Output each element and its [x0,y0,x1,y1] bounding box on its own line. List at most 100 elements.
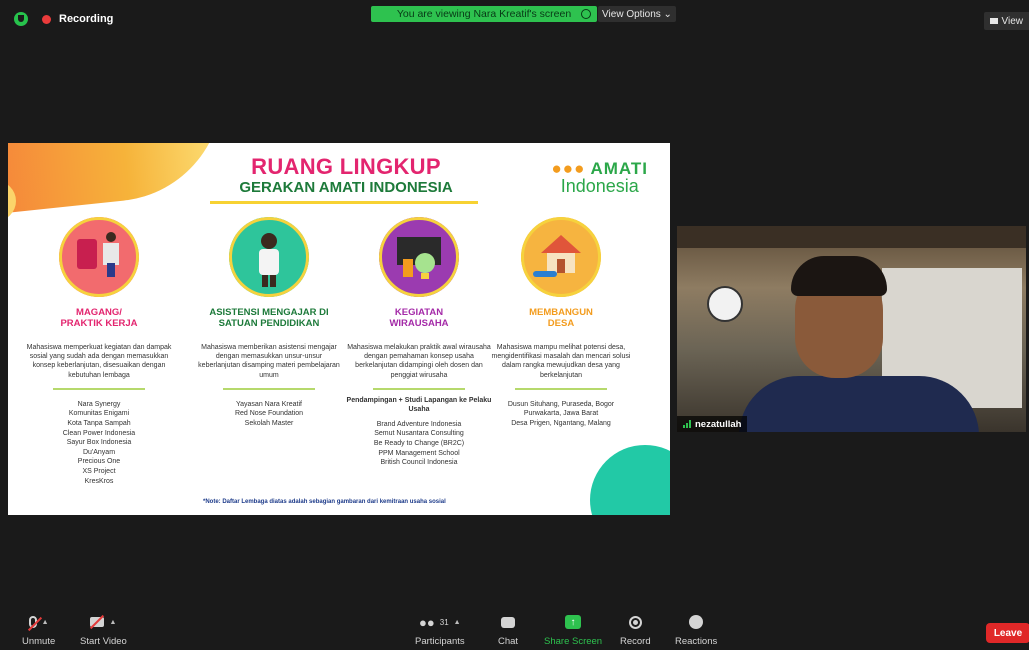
village-illustration-icon [521,217,601,297]
logo-bottom-text: Indonesia [560,176,639,196]
column-heading: MAGANG/ PRAKTIK KERJA [60,307,138,329]
security-shield-icon[interactable] [14,12,28,26]
start-video-label: Start Video [80,636,127,647]
column-description: Mahasiswa memberikan asistensi mengajar … [198,344,340,379]
list-item: Du'Anyam [82,448,116,456]
column-wirausaha: KEGIATAN WIRAUSAHA Mahasiswa melakukan p… [344,217,494,468]
column-asistensi: ASISTENSI MENGAJAR DI SATUAN PENDIDIKAN … [194,217,344,429]
decorative-blob-top-left [8,143,234,217]
view-options-button[interactable]: View Options ⌄ [598,6,676,22]
magang-illustration-icon [59,217,139,297]
chat-label: Chat [498,636,519,647]
circle-ring [379,217,459,297]
video-options-caret-icon[interactable]: ▲ [109,619,116,626]
chat-button[interactable]: Chat [498,612,518,647]
column-separator [53,387,145,390]
list-item: Kota Tanpa Sampah [67,420,131,427]
list-item: Komunitas Enigami [68,410,130,418]
column-magang: MAGANG/ PRAKTIK KERJA Mahasiswa memperku… [24,217,174,486]
participant-name: nezatullah [695,418,742,430]
participants-caret-icon[interactable]: ▲ [454,619,461,626]
signal-strength-icon [683,420,691,428]
column-description: Mahasiswa melakukan praktik awal wirausa… [347,344,491,379]
partner-list: Brand Adventure Indonesia Semut Nusantar… [344,420,494,468]
column-separator [515,387,607,390]
column-heading: MEMBANGUN DESA [529,307,593,329]
reactions-smiley-icon [689,615,704,629]
reactions-label: Reactions [675,636,718,647]
column-subheading: Pendampingan + Studi Lapangan ke Pelaku … [346,396,492,413]
reactions-button[interactable]: Reactions [675,612,717,647]
column-membangun-desa: MEMBANGUN DESA Mahasiswa mampu melihat p… [486,217,636,429]
participants-icon: ●● [419,614,435,630]
shared-screen-slide: RUANG LINGKUP GERAKAN AMATI INDONESIA ●●… [8,143,670,515]
list-item: Dusun Situhang, Puraseda, Bogor [507,400,615,408]
list-item: Desa Prigen, Ngantang, Malang [511,420,611,427]
participant-hair [791,256,887,296]
audio-options-caret-icon[interactable]: ▲ [42,619,49,626]
column-separator [373,387,465,390]
column-description: Mahasiswa mampu melihat potensi desa, me… [491,344,631,379]
leave-label: Leave [993,627,1023,639]
meeting-toolbar: ▲ Unmute ▲ Start Video ●● 31 ▲ Participa… [0,610,1029,650]
video-background-ceiling [677,226,1026,248]
list-item: Be Ready to Change (BR2C) [373,440,465,447]
leave-button[interactable]: Leave [986,623,1029,643]
record-button[interactable]: Record [620,612,651,647]
share-banner-text: You are viewing Nara Kreatif's screen [396,8,572,20]
view-button-label: View [1001,15,1024,27]
column-description: Mahasiswa memperkuat kegiatan dan dampak… [26,344,172,379]
list-item: KresKros [84,477,114,485]
decorative-blob-bottom-right [590,445,670,515]
list-item: Sekolah Master [244,420,294,427]
share-screen-label: Share Screen [544,636,603,647]
record-label: Record [620,636,651,647]
participants-button[interactable]: ●● 31 ▲ Participants [415,612,465,648]
list-item: Yayasan Nara Kreatif [235,400,302,408]
unmute-button[interactable]: ▲ Unmute [22,612,55,647]
partner-list: Nara Synergy Komunitas Enigami Kota Tanp… [24,400,174,486]
view-options-label: View Options ⌄ [602,8,672,20]
list-item: Brand Adventure Indonesia [376,420,462,428]
slide-footnote: *Note: Daftar Lembaga diatas adalah seba… [203,499,446,505]
teacher-illustration-icon [229,217,309,297]
title-underline [210,201,478,204]
circle-ring [59,217,139,297]
participants-count: 31 [439,617,449,627]
entrepreneur-illustration-icon [379,217,459,297]
recording-dot-icon [42,14,51,24]
view-button[interactable]: View [983,12,1029,30]
share-screen-button[interactable]: ↑ Share Screen [544,612,602,647]
list-item: Purwakarta, Jawa Barat [523,410,599,418]
record-icon [628,615,642,629]
zoom-meeting-window: Recording You are viewing Nara Kreatif's… [0,0,1029,650]
slide-title: RUANG LINGKUP [251,154,441,179]
circle-ring [229,217,309,297]
circle-ring [521,217,601,297]
share-info-icon[interactable] [581,9,591,19]
chat-icon [501,616,516,628]
list-item: Nara Synergy [77,400,121,408]
participants-label: Participants [415,636,465,647]
view-layout-icon [989,18,998,24]
amati-indonesia-logo: ●●● AMATI Indonesia [552,159,648,197]
participant-video-tile[interactable]: nezatullah [677,226,1026,432]
unmute-label: Unmute [22,636,56,647]
list-item: XS Project [82,467,116,475]
partner-list: Dusun Situhang, Puraseda, Bogor Purwakar… [486,400,636,429]
muted-mic-icon [27,616,42,632]
wall-clock-icon [707,286,743,322]
start-video-button[interactable]: ▲ Start Video [80,612,127,647]
recording-label: Recording [59,13,114,25]
participant-body [739,376,979,432]
screen-share-banner: You are viewing Nara Kreatif's screen [371,6,597,22]
video-off-icon [90,614,105,630]
list-item: Semut Nusantara Consulting [374,430,464,438]
recording-indicator[interactable]: Recording [14,12,113,26]
share-screen-icon: ↑ [565,615,582,629]
list-item: PPM Management School [378,449,460,457]
column-heading: KEGIATAN WIRAUSAHA [389,307,449,329]
column-heading: ASISTENSI MENGAJAR DI SATUAN PENDIDIKAN [209,307,329,329]
list-item: Sayur Box Indonesia [66,439,132,447]
partner-list: Yayasan Nara Kreatif Red Nose Foundation… [194,400,344,429]
